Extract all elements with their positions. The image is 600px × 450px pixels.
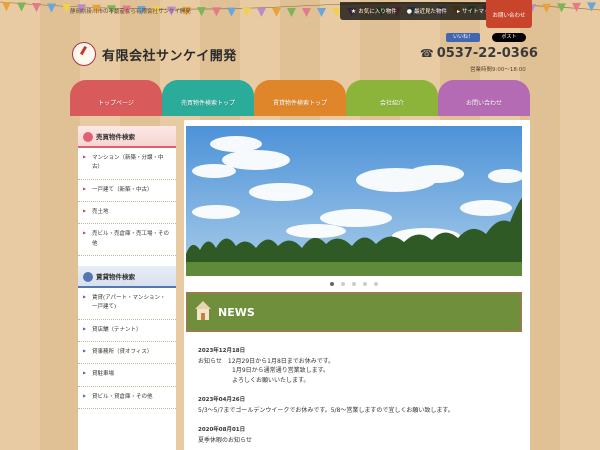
bunting-flag [242,7,251,17]
house-icon [83,272,93,283]
sale-search-heading: 売買物件検索 [78,126,176,148]
slider-dot-3[interactable] [351,282,356,286]
bunting-flag [227,7,236,17]
bunting-flag [272,7,281,17]
news-entry: 2023年12月18日 お知らせ 12月29日から1月8日までお休みです。 1月… [198,346,518,385]
site-title[interactable]: 有限会社サンケイ開発 [102,45,237,64]
news-text: よろしくお願いいたします。 [232,376,310,384]
bunting-flag [587,2,596,12]
favorites-link[interactable]: ★ お気に入り物件 [350,7,397,16]
phone-icon: ☎ [420,47,434,60]
news-entry: 2020年08月01日 夏季休暇のお知らせ [198,425,518,445]
star-icon: ★ [350,7,357,15]
site-tagline: 静岡県掛川市の不動産なら有限会社サンケイ開発 [70,9,191,15]
slider-dot-1[interactable] [329,282,334,286]
news-text: お知らせ 12月29日から1月8日までお休みです。 [198,358,335,365]
hero-slide-image[interactable] [186,126,522,276]
sidebar-item-office[interactable]: 貸事務所（貸オフィス） [78,342,176,365]
house-icon [195,301,211,320]
nav-rent-search[interactable]: 賃貸物件検索トップ [254,80,346,116]
history-icon: ● [406,7,412,15]
slider-dots [326,282,381,286]
sidebar-item-rental[interactable]: 賃貸(アパート・マンション・一戸建て) [78,288,176,320]
sidebar-item-house[interactable]: 一戸建て（新築・中古） [78,180,176,203]
company-logo[interactable] [72,42,96,66]
sidebar-item-building-sale[interactable]: 売ビル・売倉庫・売工場・その他 [78,224,176,257]
news-list: 2023年12月18日 お知らせ 12月29日から1月8日までお休みです。 1月… [198,346,518,450]
facebook-like-button[interactable]: いいね！ [446,33,480,42]
bunting-flag [572,2,581,12]
recently-viewed-link[interactable]: ● 最近見た物件 [406,7,447,16]
slider-dot-4[interactable] [362,282,367,286]
main-nav: トップページ 売買物件検索トップ 賃貸物件検索トップ 会社紹介 お問い合わせ [70,80,530,116]
bunting-flag [257,7,266,17]
rent-search-heading: 賃貸物件検索 [78,266,176,289]
bunting-flag [287,7,296,17]
sidebar: 売買物件検索 マンション（新築・分譲・中古） 一戸建て（新築・中古） 売土地 売… [78,126,176,450]
bunting-flag [542,3,551,13]
main-content: NEWS 2023年12月18日 お知らせ 12月29日から1月8日までお休みで… [184,120,530,450]
sidebar-item-parking[interactable]: 貸駐車場 [78,364,176,387]
bunting-flag [317,7,326,17]
top-links-bar: ★ お気に入り物件 ● 最近見た物件 ▸ サイトマップ [339,2,506,20]
news-entry: 2023年04月26日 5/3～5/7までゴールデンウイークでお休みです。5/8… [198,395,518,415]
news-text: 5/3～5/7までゴールデンウイークでお休みです。5/8～営業しますので宜しくお… [198,406,454,414]
news-date: 2023年04月26日 [198,396,246,403]
nav-top-page[interactable]: トップページ [70,80,162,116]
nav-company[interactable]: 会社紹介 [346,80,438,116]
bunting-flag [212,7,221,17]
nav-sale-search[interactable]: 売買物件検索トップ [162,80,254,116]
bunting-flag [2,2,11,12]
x-post-button[interactable]: ポスト [492,33,526,42]
news-header-board: NEWS [186,292,522,332]
news-text: 夏季休暇のお知らせ [198,437,252,445]
news-heading: NEWS [218,306,255,319]
news-date: 2020年08月01日 [198,427,246,434]
phone-number: ☎ 0537-22-0366 [420,46,538,61]
bunting-flag [17,2,26,12]
news-date: 2023年12月18日 [198,348,246,354]
nav-contact[interactable]: お問い合わせ [438,80,530,116]
sidebar-item-land[interactable]: 売土地 [78,202,176,225]
house-icon [83,132,93,142]
contact-button-top[interactable]: お問い合わせ [486,0,532,28]
business-hours: 営業時間9:00～18:00 [470,67,526,73]
slider-dot-5[interactable] [373,282,378,286]
bunting-flag [32,3,41,13]
sidebar-item-condo[interactable]: マンション（新築・分譲・中古） [78,148,176,180]
sidebar-item-store[interactable]: 貸店舗（テナント） [78,320,176,343]
sidebar-item-building-rent[interactable]: 貸ビル・貸倉庫・その他 [78,387,176,410]
sitemap-icon: ▸ [456,7,460,15]
bunting-flag [557,3,566,13]
bunting-flag [302,7,311,17]
slider-dot-2[interactable] [340,282,345,286]
bunting-flag [47,3,56,13]
bunting-flag [197,7,206,17]
news-text: 1月9日から通常通り営業致します。 [232,367,330,375]
